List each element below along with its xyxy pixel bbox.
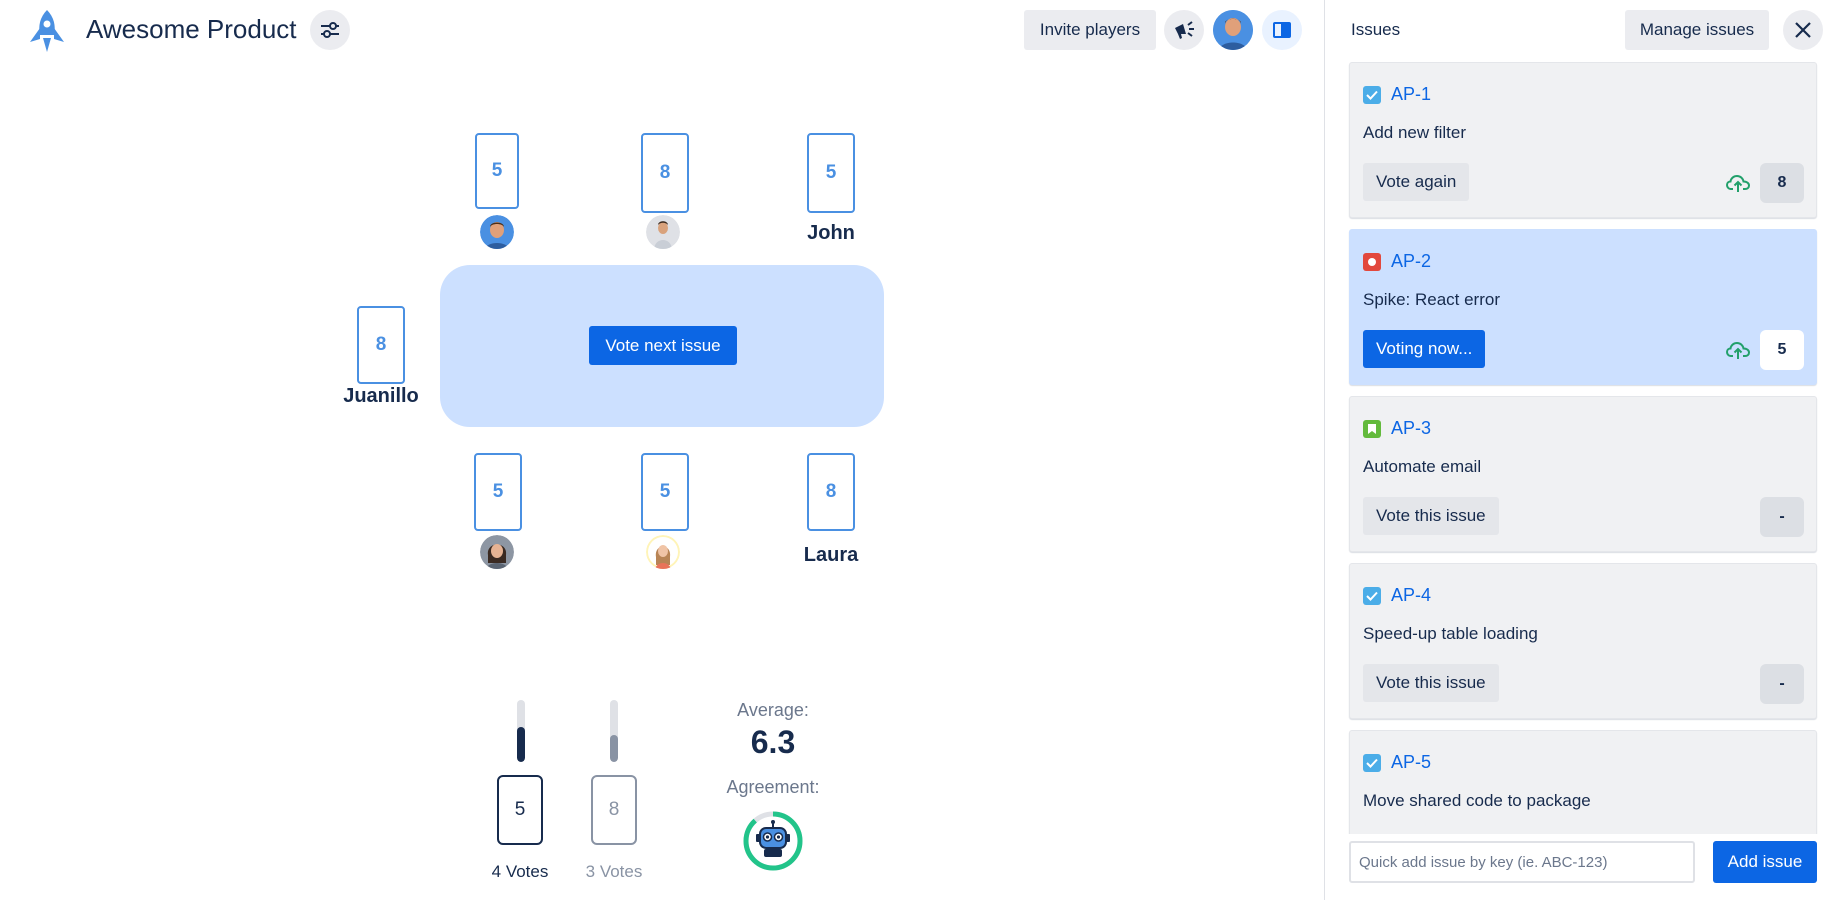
issue-summary: Speed-up table loading — [1363, 624, 1538, 643]
issues-panel: Issues Manage issues AP-1 Add new filter… — [1324, 0, 1840, 900]
invite-players-button[interactable]: Invite players — [1024, 10, 1156, 50]
agreement-label: Agreement: — [726, 777, 820, 797]
issue-key[interactable]: AP-3 — [1391, 418, 1431, 439]
votes-count-label: 3 Votes — [585, 862, 643, 881]
app-title: Awesome Product — [86, 14, 297, 44]
player-card: 8 — [807, 453, 855, 531]
sidebar-panel-icon — [1273, 22, 1291, 38]
player-avatar — [480, 535, 514, 569]
issues-panel-title: Issues — [1351, 20, 1401, 39]
issue-key[interactable]: AP-1 — [1391, 84, 1431, 105]
vote-share-fill — [610, 735, 618, 762]
issue-card[interactable]: AP-4 Speed-up table loading Vote this is… — [1349, 563, 1817, 719]
issue-summary: Add new filter — [1363, 123, 1466, 142]
rocket-logo-icon — [30, 10, 64, 52]
vote-this-issue-button[interactable]: Vote this issue — [1363, 664, 1499, 702]
player-name: Juanillo — [343, 385, 419, 407]
vote-share-bar — [610, 700, 618, 762]
player-avatar — [480, 215, 514, 249]
player-card: 5 — [807, 133, 855, 213]
add-issue-button[interactable]: Add issue — [1713, 841, 1817, 883]
issue-summary: Move shared code to package — [1363, 791, 1591, 810]
average-label: Average: — [737, 700, 809, 720]
player-name: Laura — [803, 544, 859, 566]
user-avatar[interactable] — [1213, 10, 1253, 50]
player-card: 5 — [641, 453, 689, 531]
agreement-gauge — [743, 811, 803, 871]
megaphone-icon — [1175, 21, 1194, 39]
issue-estimate[interactable]: 8 — [1760, 163, 1804, 203]
issue-summary: Spike: React error — [1363, 290, 1500, 309]
issue-key[interactable]: AP-2 — [1391, 251, 1431, 272]
man-blue-avatar-icon — [480, 215, 514, 249]
manage-issues-button[interactable]: Manage issues — [1625, 10, 1769, 50]
issue-estimate[interactable]: 5 — [1760, 330, 1804, 370]
toggle-sidebar-button[interactable] — [1262, 10, 1302, 50]
voting-now-button[interactable]: Voting now... — [1363, 330, 1486, 368]
result-card: 8 — [591, 775, 637, 845]
woman-yellow-avatar-icon — [646, 535, 680, 569]
vote-this-issue-button[interactable]: Vote this issue — [1363, 497, 1499, 535]
player-avatar — [646, 535, 680, 569]
issue-summary: Automate email — [1363, 457, 1482, 476]
man-grey-avatar-icon — [646, 215, 680, 249]
cloud-upload-icon[interactable] — [1726, 340, 1750, 360]
votes-count-label: 4 Votes — [491, 862, 549, 881]
task-type-icon — [1363, 587, 1381, 605]
task-type-icon — [1363, 86, 1381, 104]
close-icon — [1795, 22, 1811, 38]
issue-key[interactable]: AP-4 — [1391, 585, 1431, 606]
average-value: 6.3 — [750, 724, 796, 760]
close-panel-button[interactable] — [1783, 10, 1823, 50]
vote-share-bar — [517, 700, 525, 762]
issue-estimate[interactable]: - — [1760, 664, 1804, 704]
sliders-icon — [321, 22, 339, 38]
vote-share-fill — [517, 727, 525, 762]
issue-card[interactable]: AP-2 Spike: React error Voting now... 5 — [1349, 229, 1817, 385]
player-avatar — [646, 215, 680, 249]
announcements-button[interactable] — [1164, 10, 1204, 50]
man-avatar-icon — [1213, 10, 1253, 50]
robot-icon — [756, 820, 790, 857]
issue-key[interactable]: AP-5 — [1391, 752, 1431, 773]
quick-add-issue-input[interactable] — [1349, 841, 1695, 883]
bug-type-icon — [1363, 253, 1381, 271]
issue-estimate[interactable]: - — [1760, 497, 1804, 537]
vote-next-issue-button[interactable]: Vote next issue — [589, 326, 737, 365]
woman-dark-avatar-icon — [480, 535, 514, 569]
result-card: 5 — [497, 775, 543, 845]
issue-card[interactable]: AP-3 Automate email Vote this issue - — [1349, 396, 1817, 552]
task-type-icon — [1363, 754, 1381, 772]
cloud-upload-icon[interactable] — [1726, 173, 1750, 193]
player-name: John — [807, 222, 855, 244]
player-card: 8 — [357, 306, 405, 384]
settings-button[interactable] — [310, 10, 350, 50]
vote-again-button[interactable]: Vote again — [1363, 163, 1470, 201]
player-card: 8 — [641, 133, 689, 213]
issue-card[interactable]: AP-1 Add new filter Vote again 8 — [1349, 62, 1817, 218]
quick-add-footer: Add issue — [1325, 834, 1840, 900]
story-type-icon — [1363, 420, 1381, 438]
player-card: 5 — [474, 453, 522, 531]
player-card: 5 — [475, 133, 519, 209]
